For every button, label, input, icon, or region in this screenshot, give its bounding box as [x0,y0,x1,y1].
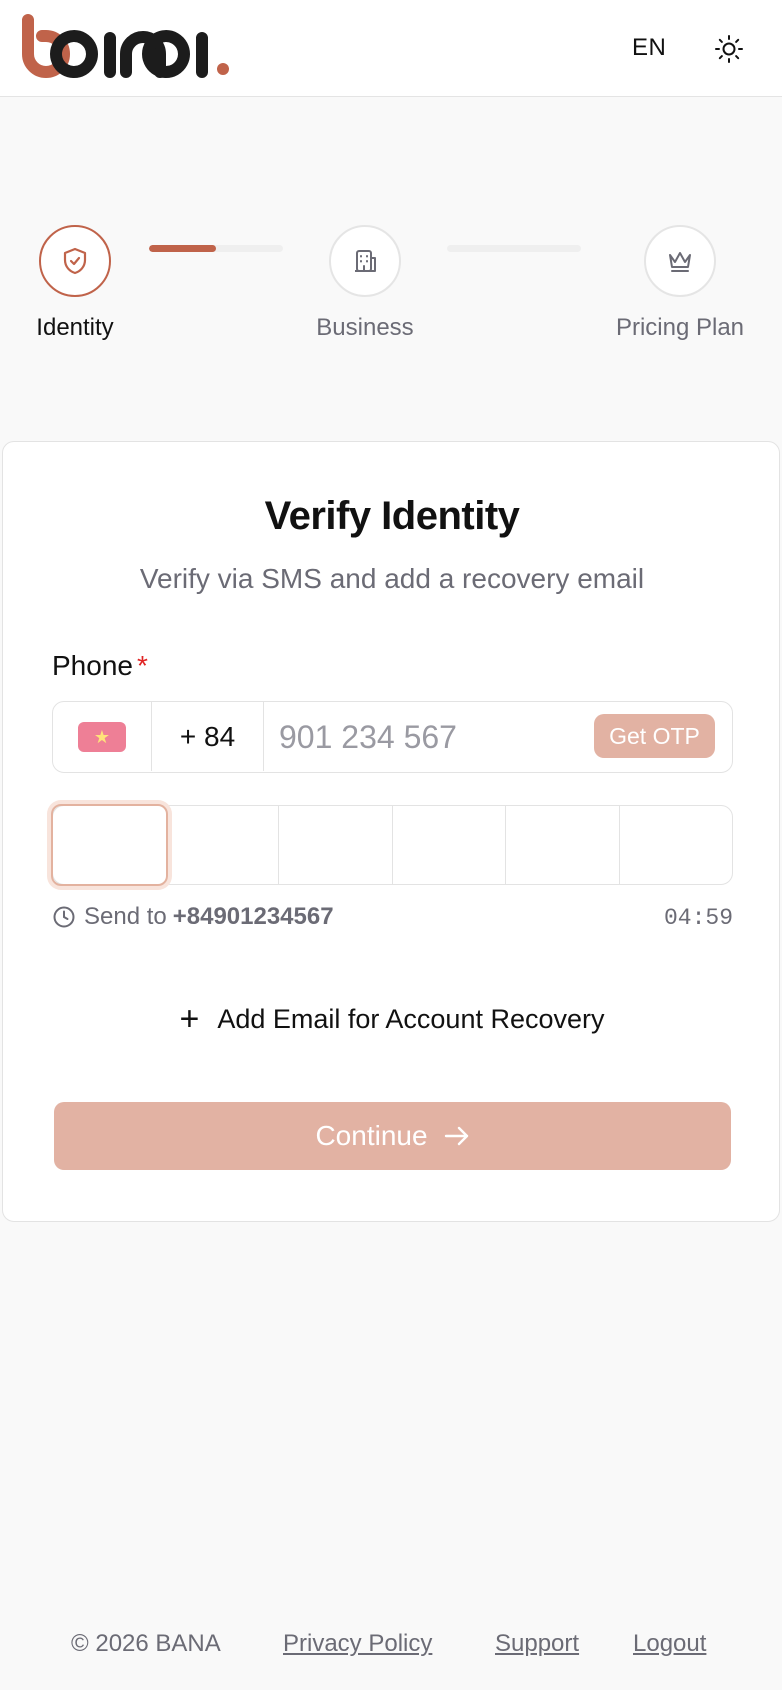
vietnam-flag-icon: ★ [78,722,126,752]
logout-link[interactable]: Logout [633,1630,706,1658]
language-switcher[interactable]: EN [632,34,666,62]
shield-check-icon [63,247,87,275]
step-identity[interactable] [39,225,111,297]
step-pricing-plan[interactable] [644,225,716,297]
country-code[interactable]: + 84 [152,702,264,771]
otp-digit-4[interactable] [393,806,506,884]
send-to-prefix: Send to [84,903,167,930]
crown-icon [669,252,691,272]
page-title: Verify Identity [264,494,520,538]
phone-label: Phone * [52,650,148,682]
building-icon [355,250,376,272]
progress-connector-1 [149,245,283,252]
step-label-identity: Identity [36,314,114,341]
privacy-policy-link[interactable]: Privacy Policy [283,1630,432,1658]
otp-digit-5[interactable] [506,806,620,884]
plus-icon: + [179,1000,200,1038]
progress-fill-1 [149,245,216,252]
footer: © 2026 BANA Privacy Policy Support Logou… [0,1630,782,1666]
phone-field: ★ + 84 Get OTP [52,701,733,773]
add-recovery-email-button[interactable]: + Add Email for Account Recovery [3,999,781,1039]
sun-icon[interactable] [713,33,745,65]
step-label-pricing-plan: Pricing Plan [615,314,745,341]
copyright: © 2026 BANA [71,1630,221,1657]
required-mark: * [136,650,148,681]
continue-label: Continue [315,1120,428,1151]
bana-logo[interactable] [22,14,252,80]
top-bar: EN [0,0,782,97]
clock-icon [53,906,75,928]
add-email-label: Add Email for Account Recovery [217,1003,605,1034]
get-otp-button[interactable]: Get OTP [594,714,715,758]
otp-input-group [51,804,733,886]
verify-identity-card: Verify Identity Verify via SMS and add a… [2,441,780,1222]
otp-digit-1[interactable] [51,804,168,886]
support-link[interactable]: Support [495,1630,579,1658]
otp-digit-2[interactable] [166,806,279,884]
otp-countdown: 04:59 [663,905,733,931]
otp-digit-3[interactable] [279,806,393,884]
phone-input[interactable] [279,714,579,760]
send-to-info: Send to +84901234567 [52,903,334,931]
otp-digit-6[interactable] [620,806,733,884]
country-selector[interactable]: ★ [53,702,152,771]
step-business[interactable] [329,225,401,297]
progress-connector-2 [447,245,581,252]
phone-label-text: Phone [52,650,133,681]
send-to-number: +84901234567 [172,903,334,930]
arrow-right-icon [444,1126,468,1146]
continue-button[interactable]: Continue [54,1102,731,1170]
page-subtitle: Verify via SMS and add a recovery email [139,563,645,594]
step-label-business: Business [316,314,414,341]
